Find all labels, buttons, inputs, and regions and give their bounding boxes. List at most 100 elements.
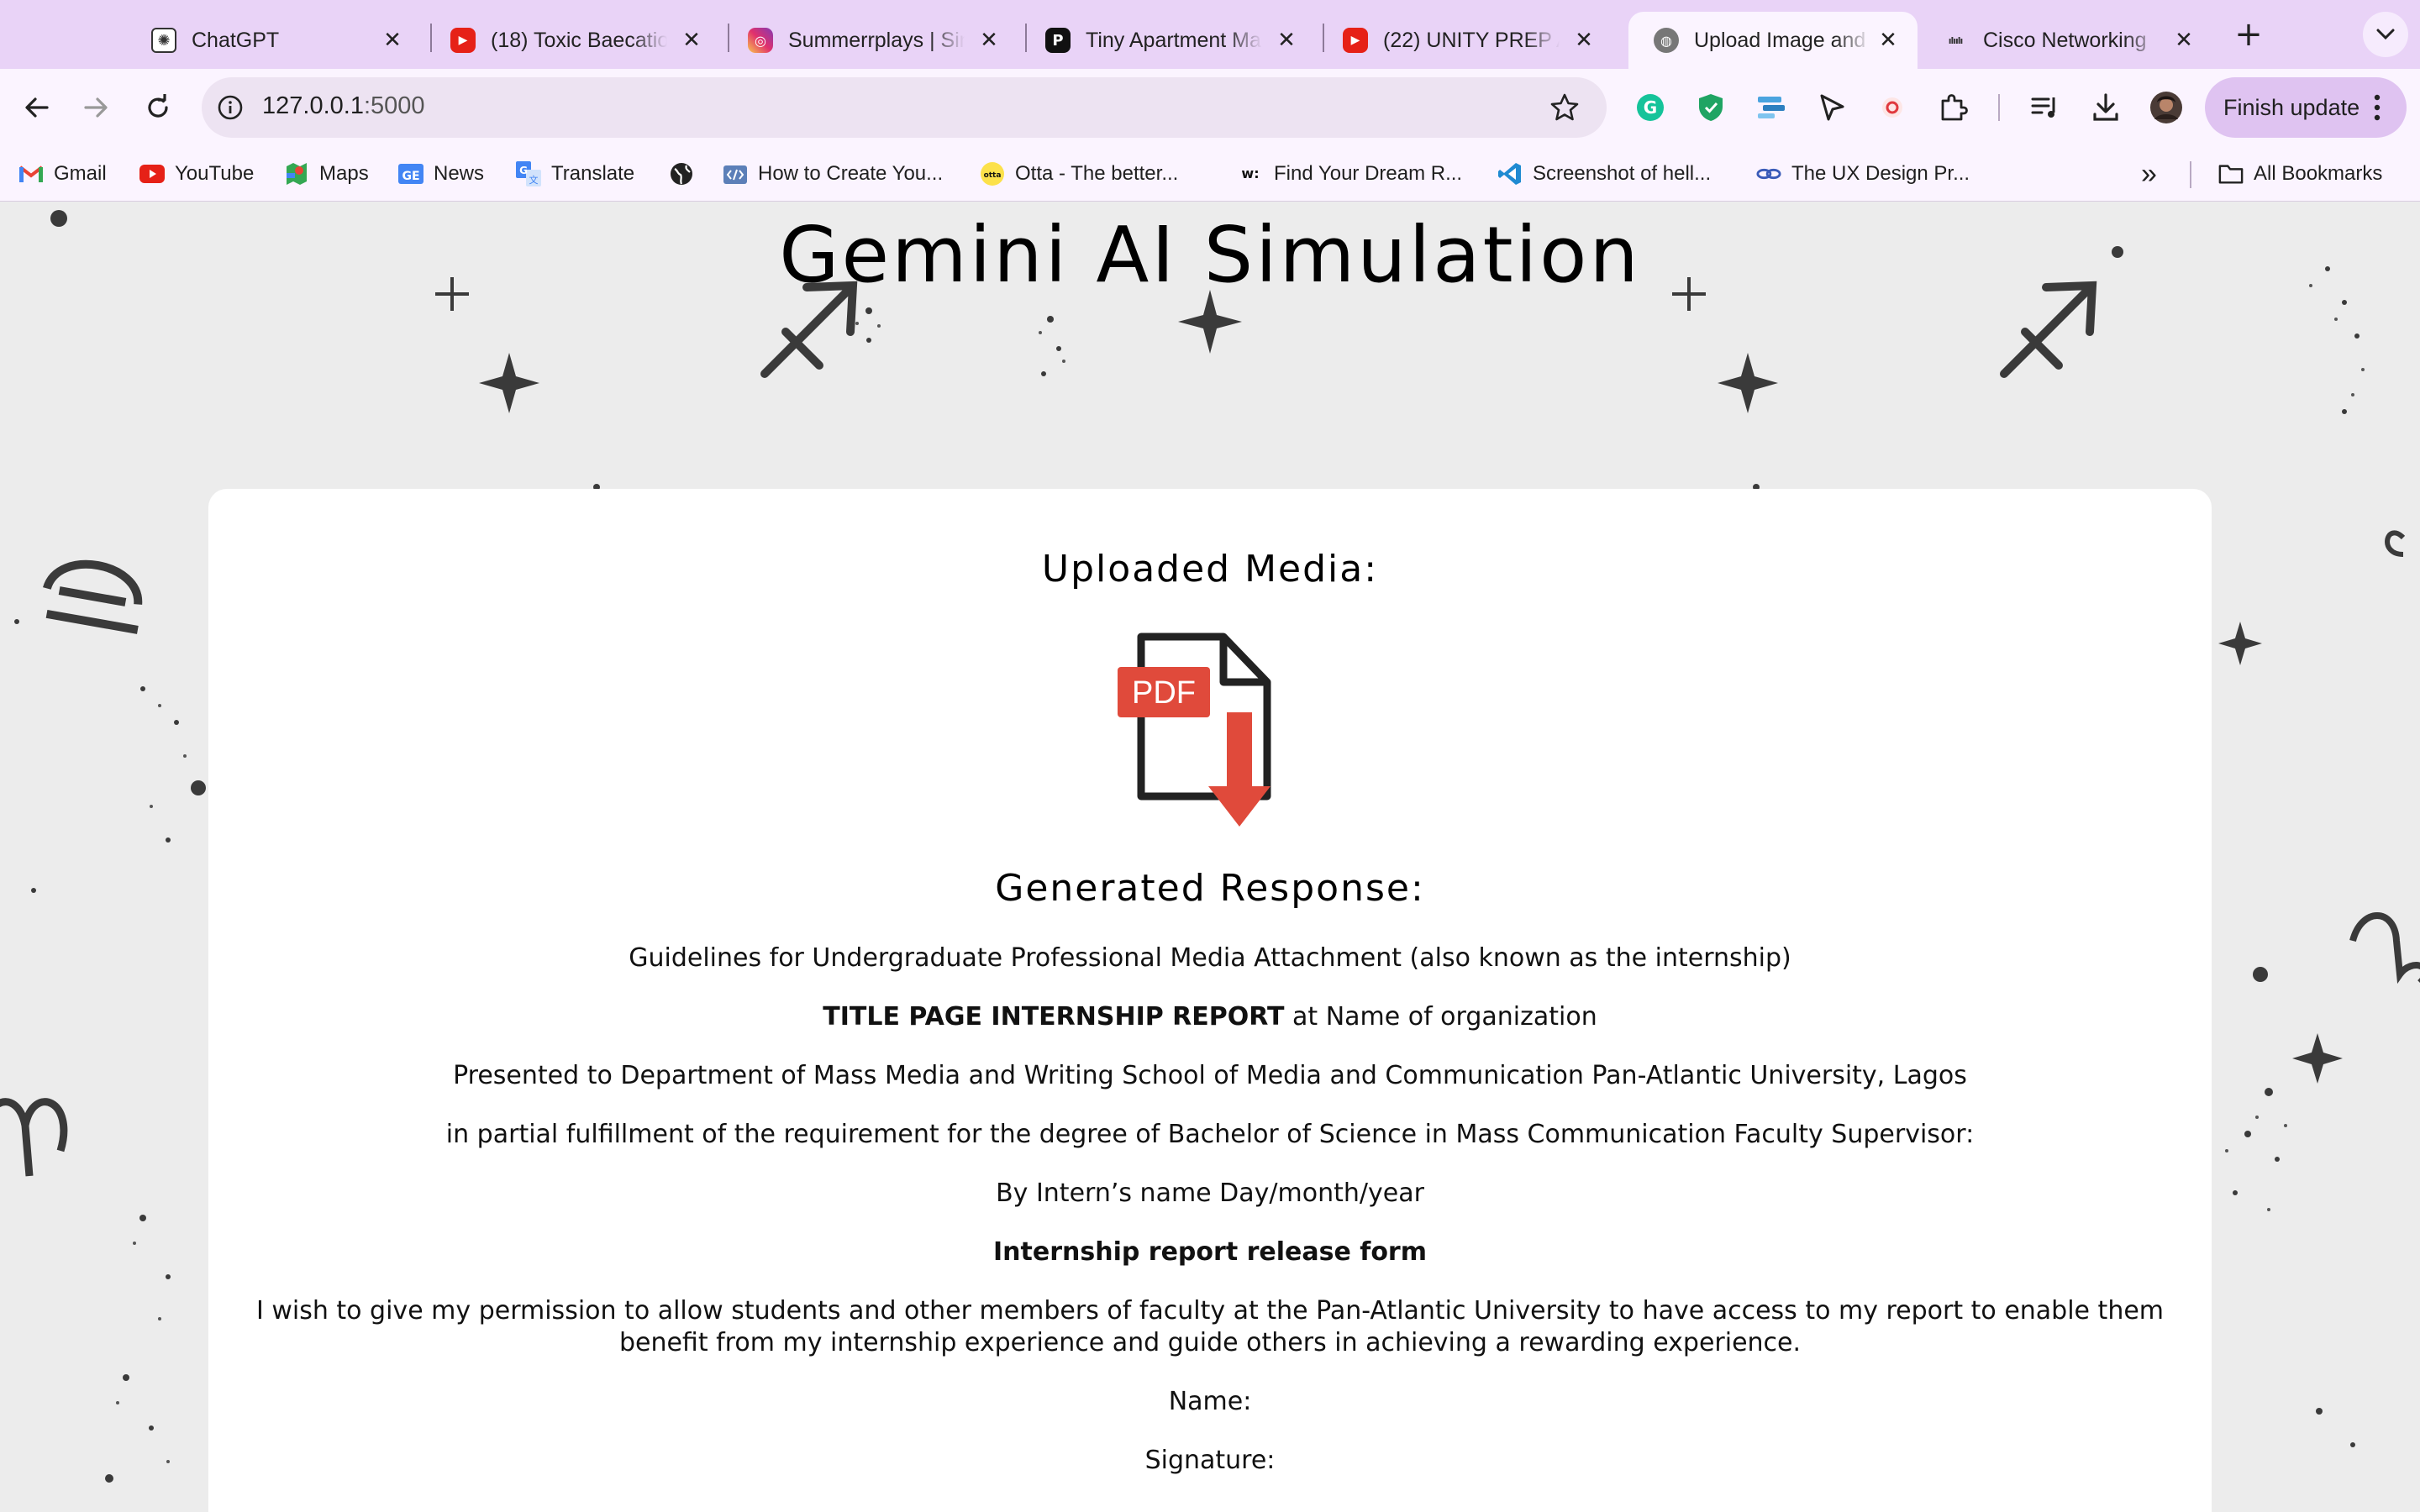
back-button[interactable] (17, 87, 57, 128)
svg-text:w:: w: (1241, 165, 1259, 181)
bookmarks-overflow-button[interactable]: » (2141, 157, 2157, 190)
youtube-icon: ▶ (1343, 28, 1368, 53)
bookmark-label: How to Create You... (758, 162, 944, 185)
tab-upload-image-active[interactable]: ◍ Upload Image and ✕ (1628, 12, 1918, 69)
tab-cisco-networking[interactable]: ılıılı Cisco Networking ✕ (1918, 12, 2213, 69)
grammarly-icon[interactable]: G (1632, 89, 1669, 126)
site-info-icon[interactable] (217, 94, 244, 121)
cisco-icon: ılıılı (1948, 34, 1964, 46)
tab-instagram-summerrplays[interactable]: ◎ Summerrplays | Sing ✕ (723, 12, 1018, 69)
globe-icon: ◍ (1654, 28, 1679, 53)
gmail-icon (18, 161, 44, 186)
shield-icon[interactable] (1692, 89, 1729, 126)
toolbar-divider (1998, 94, 2000, 121)
more-vertical-icon (2374, 94, 2381, 121)
response-line-partial-fulfillment: in partial fulfillment of the requiremen… (445, 1120, 1975, 1149)
arrow-right-icon (84, 97, 108, 118)
wellfound-icon: w: (1239, 161, 1264, 186)
youtube-icon: ▶ (450, 28, 476, 53)
tab-title: Tiny Apartment Ma (1086, 28, 1261, 52)
uploaded-pdf-thumbnail[interactable]: PDF (1118, 632, 1302, 833)
bookmark-translate[interactable]: G文 Translate (516, 160, 634, 188)
response-bold-title: TITLE PAGE INTERNSHIP REPORT (823, 1002, 1285, 1032)
cursor-arrow-icon[interactable] (1813, 89, 1850, 126)
svg-text:otta: otta (984, 171, 1002, 180)
bookmark-label: YouTube (175, 162, 255, 185)
bookmark-star-icon[interactable] (1549, 92, 1580, 123)
finish-update-label: Finish update (2223, 94, 2360, 120)
address-bar[interactable]: 127.0.0.1:5000 (202, 77, 1607, 138)
response-line-presented-to: Presented to Department of Mass Media an… (453, 1061, 1967, 1090)
bookmark-news[interactable]: GE News (398, 160, 484, 188)
tab-tiny-apartment[interactable]: P Tiny Apartment Ma ✕ (1020, 12, 1316, 69)
close-icon[interactable]: ✕ (1571, 28, 1597, 53)
tab-title: (22) UNITY PREP A (1383, 28, 1560, 52)
new-tab-button[interactable]: + (2232, 15, 2265, 54)
response-line-guidelines: Guidelines for Undergraduate Professiona… (629, 943, 1791, 973)
puzzle-extensions-icon[interactable] (1934, 89, 1971, 126)
url-port: :5000 (363, 92, 425, 119)
page-title: Gemini AI Simulation (779, 210, 1641, 300)
close-icon[interactable]: ✕ (679, 28, 704, 53)
result-card: Uploaded Media: PDF Generated Response: … (208, 489, 2212, 1512)
bookmark-label: Find Your Dream R... (1274, 162, 1463, 185)
close-icon[interactable]: ✕ (380, 28, 405, 53)
bookmark-globe[interactable] (669, 160, 694, 188)
forward-button[interactable] (76, 87, 116, 128)
bookmark-label: Gmail (54, 162, 107, 185)
globe-icon (669, 161, 694, 186)
bookmark-gmail[interactable]: Gmail (18, 160, 107, 188)
translate-icon: G文 (516, 161, 541, 186)
close-icon[interactable]: ✕ (1876, 28, 1901, 53)
bookmark-label: Translate (551, 162, 635, 185)
all-bookmarks-label: All Bookmarks (2254, 162, 2383, 185)
tab-strip: ✺ ChatGPT ✕ ▶ (18) Toxic Baecation ✕ ◎ S… (0, 0, 2420, 69)
bookmark-youtube[interactable]: YouTube (139, 160, 254, 188)
tab-chatgpt[interactable]: ✺ ChatGPT ✕ (126, 12, 422, 69)
tab-youtube-unity-prep[interactable]: ▶ (22) UNITY PREP A ✕ (1318, 12, 1613, 69)
svg-text:GE: GE (402, 170, 419, 183)
bookmark-maps[interactable]: Maps (284, 160, 369, 188)
pinterest-icon: P (1045, 28, 1071, 53)
url-host: 127.0.0.1 (262, 92, 364, 119)
page-viewport: Gemini AI Simulation Uploaded Media: PDF… (0, 202, 2420, 1512)
uploaded-media-heading: Uploaded Media: (1041, 548, 1379, 591)
bookmark-label: The UX Design Pr... (1791, 162, 1970, 185)
tab-title: Cisco Networking (1983, 28, 2147, 52)
response-line-signature: Signature: (1144, 1446, 1276, 1475)
media-queue-icon[interactable] (2027, 89, 2064, 126)
profile-avatar[interactable] (2148, 89, 2185, 126)
double-chevron-icon: » (2141, 157, 2157, 190)
extension-red-icon[interactable] (1874, 89, 1911, 126)
tab-title: ChatGPT (192, 28, 280, 52)
vscode-icon (1497, 161, 1523, 186)
bookmark-label: Maps (319, 162, 369, 185)
svg-text:文: 文 (529, 174, 539, 186)
news-icon: GE (398, 161, 424, 186)
bookmark-otta[interactable]: otta Otta - The better... (980, 160, 1178, 188)
all-bookmarks-button[interactable]: All Bookmarks (2218, 160, 2382, 188)
link-icon (1756, 161, 1781, 186)
browser-toolbar: 127.0.0.1:5000 G Finish update (0, 69, 2420, 146)
close-icon[interactable]: ✕ (976, 28, 1002, 53)
bookmark-screenshot[interactable]: Screenshot of hell... (1497, 160, 1711, 188)
response-line-title-page: TITLE PAGE INTERNSHIP REPORT at Name of … (250, 1001, 2170, 1033)
reload-button[interactable] (138, 87, 178, 128)
tab-groups-icon[interactable] (1753, 89, 1790, 126)
close-icon[interactable]: ✕ (2171, 28, 2196, 53)
tab-search-button[interactable] (2363, 12, 2408, 57)
download-icon[interactable] (2087, 89, 2124, 126)
url-text[interactable]: 127.0.0.1:5000 (262, 92, 425, 120)
bookmark-ux-design[interactable]: The UX Design Pr... (1756, 160, 1970, 188)
response-line-name: Name: (1168, 1387, 1252, 1416)
response-title-rest: at Name of organization (1284, 1002, 1597, 1032)
tab-youtube-toxic-baecation[interactable]: ▶ (18) Toxic Baecation ✕ (425, 12, 721, 69)
bookmark-find-your-dream[interactable]: w: Find Your Dream R... (1239, 160, 1462, 188)
bookmark-label: News (434, 162, 485, 185)
generated-response-heading: Generated Response: (995, 867, 1425, 910)
youtube-icon (139, 161, 165, 186)
close-icon[interactable]: ✕ (1274, 28, 1299, 53)
finish-update-button[interactable]: Finish update (2205, 77, 2407, 138)
bookmark-how-to-create[interactable]: How to Create You... (723, 160, 943, 188)
tab-title: (18) Toxic Baecation (491, 28, 667, 52)
